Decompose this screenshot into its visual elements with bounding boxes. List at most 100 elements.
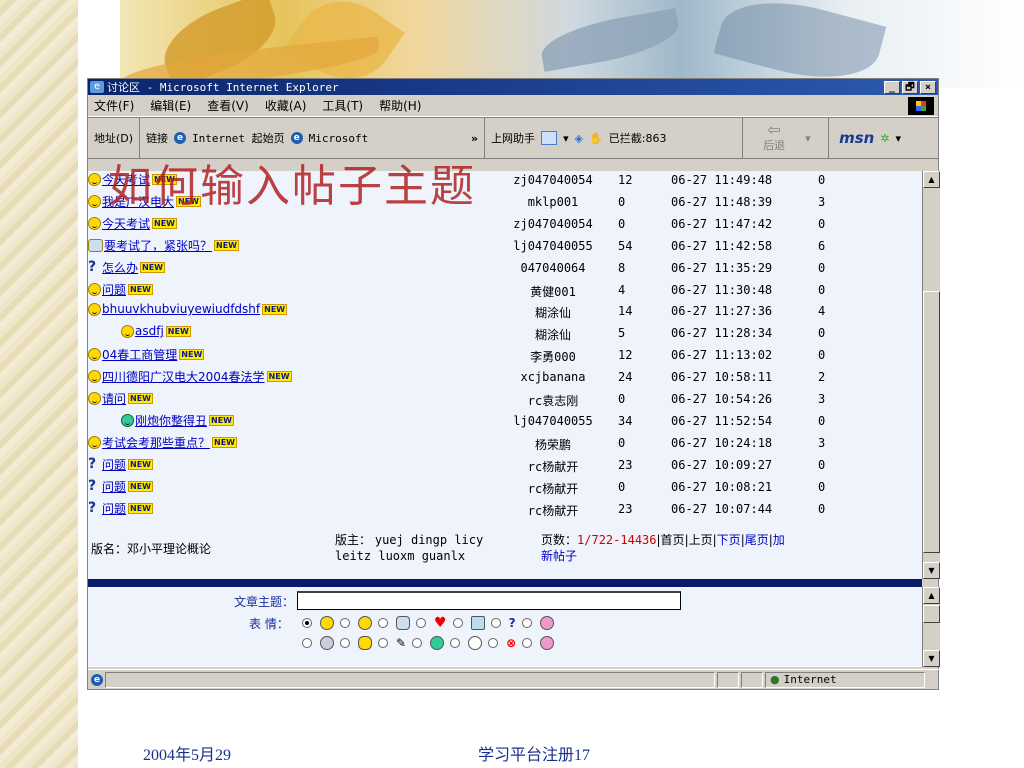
topic-link[interactable]: 我是广汉电大 bbox=[102, 193, 174, 210]
minimize-button[interactable]: _ bbox=[884, 80, 900, 94]
new-post-link-cont[interactable]: 新帖子 bbox=[541, 549, 577, 563]
smile-icon bbox=[88, 370, 101, 384]
new-badge: NEW bbox=[128, 458, 153, 470]
mood-radio[interactable] bbox=[521, 618, 532, 628]
menu-edit[interactable]: 编辑(E) bbox=[150, 97, 191, 114]
time-cell: 06-27 11:28:34 bbox=[671, 326, 773, 341]
dropdown-arrow-icon[interactable]: ▾ bbox=[563, 132, 569, 145]
question-icon: ? bbox=[88, 499, 97, 516]
time-cell: 06-27 10:07:44 bbox=[671, 501, 773, 516]
mood-radio[interactable] bbox=[412, 638, 423, 648]
author-cell: 糊涂仙 bbox=[534, 328, 571, 343]
checkbox-icon[interactable] bbox=[541, 131, 558, 145]
scroll-down-icon[interactable]: ▼ bbox=[923, 650, 940, 667]
topic-link[interactable]: 今天考试 bbox=[102, 171, 150, 188]
close-button[interactable]: × bbox=[920, 80, 936, 94]
mood-radio[interactable] bbox=[378, 618, 388, 628]
chevron-right-icon[interactable]: » bbox=[471, 132, 478, 145]
mood-radio[interactable] bbox=[522, 638, 533, 648]
mood-radio[interactable] bbox=[488, 638, 499, 648]
topic-cell: ? 问题 NEW bbox=[88, 456, 153, 473]
last-page-link[interactable]: 尾页 bbox=[745, 533, 769, 547]
topic-link[interactable]: 问题 bbox=[102, 500, 126, 517]
topic-link[interactable]: 刚炮你整得丑 bbox=[135, 412, 207, 429]
replies-cell: 8 bbox=[618, 260, 626, 275]
scroll-up-icon[interactable]: ▲ bbox=[923, 587, 940, 604]
replies-cell: 23 bbox=[618, 501, 633, 516]
smile-icon bbox=[320, 616, 334, 630]
address-label[interactable]: 地址(D) bbox=[94, 130, 133, 146]
topic-link[interactable]: bhuuvkhubviuyewiudfdshf bbox=[102, 302, 260, 316]
next-page-link[interactable]: 下页 bbox=[717, 533, 741, 547]
form-scrollbar[interactable]: ▲ ▼ bbox=[922, 587, 940, 667]
topic-link[interactable]: 要考试了，紧张吗？ bbox=[104, 237, 212, 254]
page-status-icon: e bbox=[91, 673, 103, 686]
mood-radio[interactable] bbox=[378, 638, 388, 648]
author-cell: mklp001 bbox=[527, 194, 579, 209]
subject-input[interactable] bbox=[297, 591, 681, 610]
link-internet-start[interactable]: Internet 起始页 bbox=[192, 130, 285, 146]
first-page-link[interactable]: 首页 bbox=[661, 533, 685, 547]
mood-radio[interactable] bbox=[416, 618, 426, 628]
topic-link[interactable]: 04春工商管理 bbox=[102, 346, 177, 363]
menu-favorites[interactable]: 收藏(A) bbox=[265, 97, 307, 114]
dropdown-arrow-icon[interactable]: ▾ bbox=[805, 132, 811, 145]
ie-logo-icon: e bbox=[90, 81, 104, 93]
smile-icon bbox=[88, 282, 101, 296]
prev-page-link[interactable]: 上页 bbox=[689, 533, 713, 547]
scroll-thumb[interactable] bbox=[923, 605, 940, 623]
table-row: 四川德阳广汉电大2004春法学 NEW xcjbanana 24 06-27 10:58… bbox=[88, 366, 922, 388]
eraser-icon[interactable]: ◈ bbox=[575, 132, 583, 145]
scroll-down-icon[interactable]: ▼ bbox=[923, 562, 940, 579]
mood-radio[interactable] bbox=[450, 638, 461, 648]
assistant-label[interactable]: 上网助手 bbox=[491, 130, 535, 146]
dropdown-arrow-icon[interactable]: ▾ bbox=[896, 132, 902, 145]
menu-help[interactable]: 帮助(H) bbox=[379, 97, 421, 114]
topic-link[interactable]: 请问 bbox=[102, 390, 126, 407]
msn-logo[interactable]: msn bbox=[839, 129, 874, 147]
slide-header-art bbox=[119, 0, 1024, 99]
topic-cell: ? 问题 NEW bbox=[88, 500, 153, 517]
menu-view[interactable]: 查看(V) bbox=[207, 97, 249, 114]
replies-cell: 4 bbox=[618, 282, 626, 297]
menu-tools[interactable]: 工具(T) bbox=[322, 97, 363, 114]
smile-icon bbox=[121, 324, 134, 338]
topic-link[interactable]: 怎么办 bbox=[102, 259, 138, 276]
topic-link[interactable]: asdfj bbox=[135, 324, 164, 338]
scroll-thumb[interactable] bbox=[923, 291, 940, 553]
security-zone: ● Internet bbox=[765, 671, 925, 688]
new-badge: NEW bbox=[165, 325, 191, 337]
author-cell: zj047040054 bbox=[513, 216, 593, 231]
ie-page-icon: e bbox=[290, 132, 303, 144]
topic-link[interactable]: 考试会考那些重点？ bbox=[102, 434, 210, 451]
new-post-link[interactable]: 加 bbox=[773, 533, 785, 547]
board-name: 版名：邓小平理论概论 bbox=[91, 542, 212, 556]
topic-link[interactable]: 今天考试 bbox=[102, 215, 150, 232]
mood-radio[interactable] bbox=[340, 638, 350, 648]
mood-label: 表 情： bbox=[249, 617, 289, 631]
msn-butterfly-icon: ✲ bbox=[880, 131, 890, 145]
restore-button[interactable]: 🗗 bbox=[902, 80, 918, 94]
topic-cell: asdfj NEW bbox=[121, 324, 191, 338]
mood-radio[interactable] bbox=[302, 638, 312, 648]
menu-file[interactable]: 文件(F) bbox=[94, 97, 134, 114]
mood-radio[interactable] bbox=[452, 618, 463, 628]
table-row: 今天考试 NEW zj047040054 0 06-27 11:47:42 0 bbox=[88, 213, 922, 235]
topic-link[interactable]: 四川德阳广汉电大2004春法学 bbox=[102, 368, 265, 385]
views-cell: 4 bbox=[818, 304, 826, 319]
mood-radio[interactable] bbox=[490, 618, 501, 628]
scroll-up-icon[interactable]: ▲ bbox=[923, 171, 940, 188]
topic-link[interactable]: 问题 bbox=[102, 478, 126, 495]
question-icon: ? bbox=[88, 477, 97, 494]
back-button[interactable]: ⇦ 后退 bbox=[749, 122, 799, 153]
mood-radio[interactable] bbox=[340, 618, 350, 628]
link-microsoft[interactable]: Microsoft bbox=[309, 132, 369, 145]
topic-cell: ? 怎么办 NEW bbox=[88, 259, 165, 276]
views-cell: 0 bbox=[818, 216, 826, 231]
no-icon: ⊗ bbox=[506, 636, 517, 650]
topic-link[interactable]: 问题 bbox=[102, 281, 126, 298]
topic-link[interactable]: 问题 bbox=[102, 456, 126, 473]
content-scrollbar[interactable]: ▲ ▼ bbox=[922, 171, 940, 579]
mood-radio[interactable] bbox=[302, 618, 312, 628]
table-row: ? 问题 NEW rc杨献开 23 06-27 10:07:44 0 bbox=[88, 498, 922, 520]
